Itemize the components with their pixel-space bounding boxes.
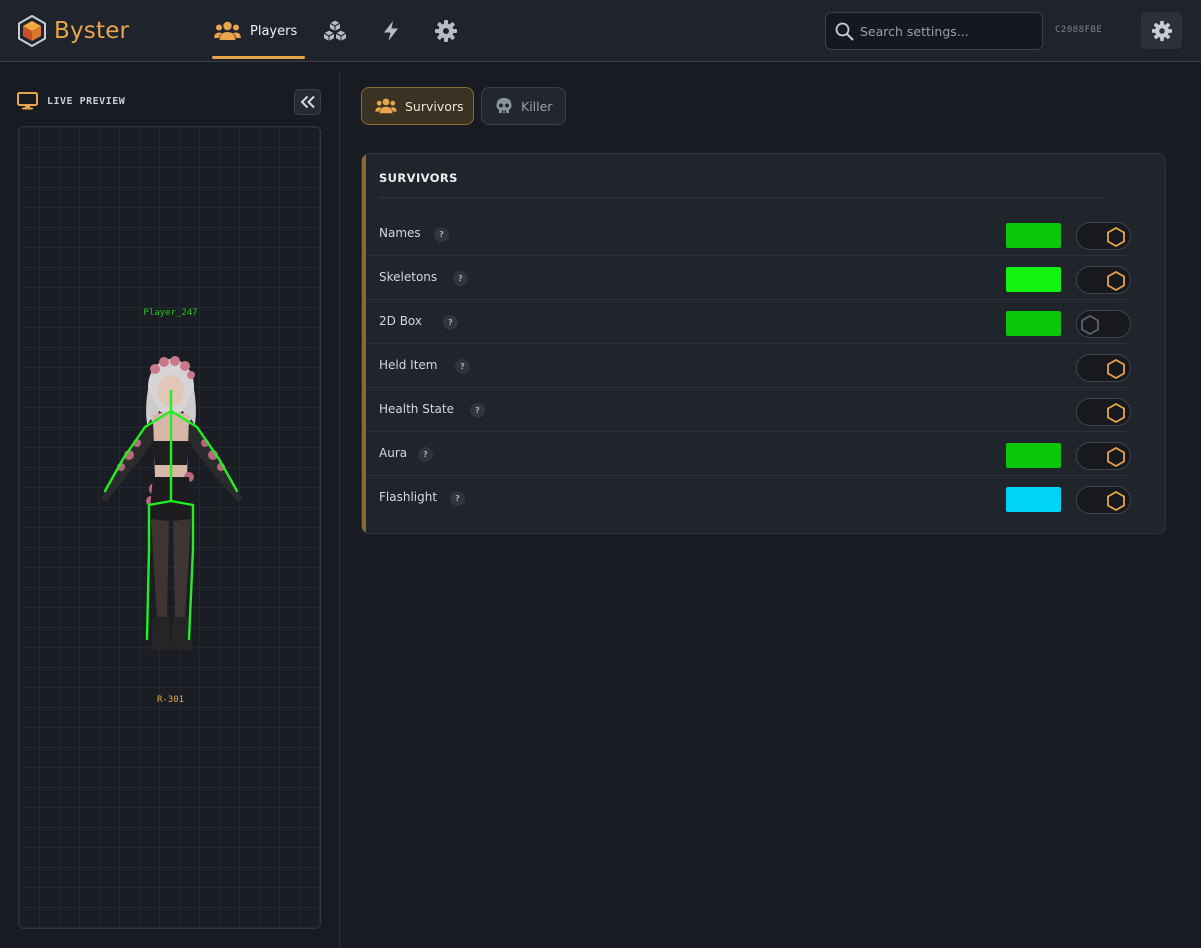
hexagon-knob-icon [1107,270,1125,292]
app-name: Byster [54,18,130,44]
tab-objects[interactable] [321,17,349,45]
collapse-preview-button[interactable] [294,89,321,115]
help-icon[interactable]: ? [434,227,449,242]
toggle-switch[interactable] [1076,266,1131,294]
hexagon-knob-icon [1107,358,1125,380]
preview-title: LIVE PREVIEW [47,95,126,107]
setting-label: Aura [379,446,408,460]
double-chevron-left-icon [300,95,315,109]
hexagon-knob-icon [1107,402,1125,424]
search-icon [835,22,854,40]
help-icon[interactable]: ? [453,271,468,286]
preview-header: LIVE PREVIEW [17,92,125,110]
hexagon-logo-icon [18,15,46,47]
help-icon[interactable]: ? [443,315,458,330]
toggle-switch[interactable] [1076,222,1131,250]
hexagon-knob-icon [1081,314,1099,336]
setting-label: Skeletons [379,270,438,284]
toggle-switch[interactable] [1076,310,1131,338]
lightning-icon [384,21,398,41]
tab-settings[interactable] [432,17,460,45]
hexagon-knob-icon [1107,226,1125,248]
color-swatch[interactable] [1006,443,1061,468]
setting-label: Names [379,226,421,240]
setting-label: Health State [379,402,454,416]
setting-label: Flashlight [379,490,438,504]
setting-row: Aura? [367,432,1131,476]
esp-player-distance: R-301 [156,695,185,705]
boxes-icon [322,19,348,43]
monitor-icon [17,92,38,110]
global-settings-button[interactable] [1141,12,1182,49]
search-input[interactable] [860,23,1030,39]
users-icon [375,98,397,114]
help-icon[interactable]: ? [455,359,470,374]
section-divider [379,197,1105,198]
gear-icon [1151,20,1172,41]
subtab-survivors-label: Survivors [405,98,464,114]
top-bar: Byster Players Search settings... C2088F… [0,0,1201,62]
tab-misc[interactable] [377,17,405,45]
hwid-label: C2088FBE [1055,25,1103,35]
setting-row: Health State? [367,388,1131,432]
setting-row: Held Item? [367,344,1131,388]
toggle-switch[interactable] [1076,486,1131,514]
tab-players-label: Players [250,23,298,39]
toggle-switch[interactable] [1076,354,1131,382]
app-logo: Byster [17,15,129,47]
setting-row: Skeletons? [367,256,1131,300]
tab-players[interactable]: Players [212,3,306,59]
toggle-switch[interactable] [1076,442,1131,470]
panel-divider [339,70,340,948]
color-swatch[interactable] [1006,311,1061,336]
setting-label: Held Item [379,358,438,372]
main-nav: Players [212,0,306,62]
subtab-survivors[interactable]: Survivors [361,87,474,125]
users-icon [214,21,241,40]
help-icon[interactable]: ? [418,447,433,462]
setting-label: 2D Box [379,314,422,328]
subtab-killer-label: Killer [521,98,553,114]
hexagon-knob-icon [1107,490,1125,512]
section-title: SURVIVORS [379,171,458,185]
card-accent-bar [362,154,366,533]
setting-row: Flashlight? [367,476,1131,520]
gear-icon [435,20,457,42]
color-swatch[interactable] [1006,487,1061,512]
survivors-settings-card: SURVIVORS Names? Skeletons? 2D Box? Held It… [361,153,1166,534]
setting-row: Names? [367,212,1131,256]
toggle-switch[interactable] [1076,398,1131,426]
hexagon-knob-icon [1107,446,1125,468]
color-swatch[interactable] [1006,267,1061,292]
character-model [101,356,243,651]
help-icon[interactable]: ? [450,491,465,506]
esp-player-name: Player_247 [143,308,198,318]
setting-row: 2D Box? [367,300,1131,344]
live-preview-canvas: Player_247 R-301 [18,126,321,929]
color-swatch[interactable] [1006,223,1061,248]
subtab-killer[interactable]: Killer [481,87,566,125]
help-icon[interactable]: ? [470,403,485,418]
skull-icon [496,98,512,113]
search-box[interactable] [825,12,1043,50]
